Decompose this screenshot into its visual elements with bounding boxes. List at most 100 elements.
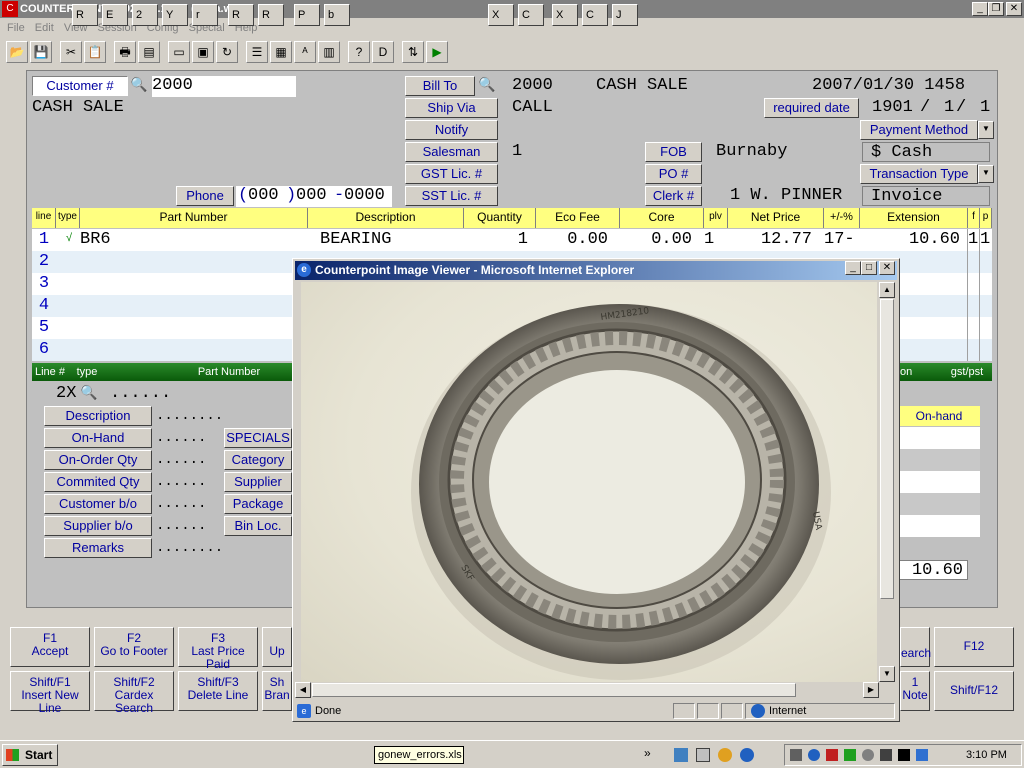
antivirus-tray-icon[interactable]	[826, 749, 838, 761]
menu-file[interactable]: File	[7, 22, 25, 34]
customer-number-button[interactable]: Customer #	[32, 76, 128, 96]
bin-location-button[interactable]: Bin Loc.	[224, 516, 292, 536]
customer-search-icon[interactable]: 🔍	[130, 76, 148, 96]
taskbar-item[interactable]: Y	[162, 4, 188, 26]
taskbar-item[interactable]: 2	[132, 4, 158, 26]
transaction-type-value[interactable]: Invoice	[862, 186, 990, 206]
paste-icon[interactable]: 📋	[84, 41, 106, 63]
cut-icon[interactable]: ✂	[60, 41, 82, 63]
taskbar-item[interactable]: R	[258, 4, 284, 26]
transaction-type-button[interactable]: Transaction Type	[860, 164, 978, 184]
notify-button[interactable]: Notify	[405, 120, 498, 140]
taskbar-item[interactable]: X	[488, 4, 514, 26]
dos-icon[interactable]: D	[372, 41, 394, 63]
required-date-day[interactable]: 1	[980, 98, 990, 118]
clerk-number-button[interactable]: Clerk #	[645, 186, 702, 206]
shift-f2-cardex-button[interactable]: Shift/F2 Cardex Search	[94, 671, 174, 715]
vertical-scroll-thumb[interactable]	[880, 299, 894, 599]
shift-f12-button[interactable]: Shift/F12	[934, 671, 1014, 711]
network-icon[interactable]: ⇅	[402, 41, 424, 63]
f12-button[interactable]: F12	[934, 627, 1014, 667]
taskbar-item[interactable]: b	[324, 4, 350, 26]
detail-line-value[interactable]: 2X	[56, 384, 76, 404]
package-button[interactable]: Package	[224, 494, 292, 514]
note-button[interactable]: 1 Note	[900, 671, 930, 711]
scroll-right-icon[interactable]: ▶	[863, 682, 879, 698]
tray-icon[interactable]	[844, 749, 856, 761]
row-1-plv[interactable]: 1	[704, 230, 714, 250]
menu-edit[interactable]: Edit	[35, 22, 54, 34]
bill-to-search-icon[interactable]: 🔍	[478, 76, 498, 96]
shift-f4-button[interactable]: Sh Bran	[262, 671, 292, 711]
speaker-icon[interactable]	[790, 749, 802, 761]
taskbar-item[interactable]: r	[192, 4, 218, 26]
taskbar-item[interactable]: P	[294, 4, 320, 26]
supplier-button[interactable]: Supplier	[224, 472, 292, 492]
phone-line[interactable]: 0000	[344, 186, 385, 206]
f4-up-button[interactable]: Up	[262, 627, 292, 667]
row-1-part-number[interactable]: BR6	[80, 230, 111, 250]
on-order-qty-button[interactable]: On-Order Qty	[44, 450, 152, 470]
minimize-button[interactable]: _	[972, 2, 988, 16]
supplier-bo-button[interactable]: Supplier b/o	[44, 516, 152, 536]
phone-area-code[interactable]: 000	[248, 186, 279, 206]
f2-footer-button[interactable]: F2 Go to Footer	[94, 627, 174, 667]
customer-bo-button[interactable]: Customer b/o	[44, 494, 152, 514]
part-search-icon[interactable]: 🔍	[80, 384, 97, 401]
required-date-month[interactable]: 1	[944, 98, 954, 118]
restore-button[interactable]: ❐	[988, 2, 1004, 16]
required-date-year[interactable]: 1901	[872, 98, 913, 118]
fob-button[interactable]: FOB	[645, 142, 702, 162]
print-icon[interactable]: 🖶	[114, 41, 136, 63]
salesman-button[interactable]: Salesman	[405, 142, 498, 162]
taskbar-item[interactable]: J	[612, 4, 638, 26]
horizontal-scroll-thumb[interactable]	[312, 683, 796, 697]
scroll-down-icon[interactable]: ▼	[879, 666, 895, 682]
payment-method-dropdown-icon[interactable]: ▼	[978, 121, 994, 139]
taskbar-item[interactable]: C	[582, 4, 608, 26]
payment-method-button[interactable]: Payment Method	[860, 120, 978, 140]
po-number-button[interactable]: PO #	[645, 164, 702, 184]
row-1-markup[interactable]: 17-	[824, 230, 855, 250]
clock[interactable]: 3:10 PM	[966, 746, 1007, 764]
open-icon[interactable]: 📂	[6, 41, 28, 63]
specials-button[interactable]: SPECIALS	[224, 428, 292, 448]
form-icon[interactable]: ▭	[168, 41, 190, 63]
row-1-eco-fee[interactable]: 0.00	[536, 230, 608, 250]
description-button[interactable]: Description	[44, 406, 152, 426]
shift-f1-insert-button[interactable]: Shift/F1 Insert New Line	[10, 671, 90, 715]
viewer-minimize-button[interactable]: _	[845, 261, 861, 275]
taskbar-item[interactable]: X	[552, 4, 578, 26]
transaction-type-dropdown-icon[interactable]: ▼	[978, 165, 994, 183]
tray-icon[interactable]	[862, 749, 874, 761]
run-icon[interactable]: ▶	[426, 41, 448, 63]
quick-launch-icon[interactable]	[696, 748, 710, 762]
quick-launch-icon[interactable]	[674, 748, 688, 762]
taskbar-item[interactable]: R	[228, 4, 254, 26]
viewer-close-button[interactable]: ✕	[879, 261, 895, 275]
tray-icon[interactable]	[916, 749, 928, 761]
f3-last-price-button[interactable]: F3 Last Price Paid	[178, 627, 258, 671]
quick-launch-icon[interactable]	[718, 748, 732, 762]
print-preview-icon[interactable]: ▤	[138, 41, 160, 63]
report-icon[interactable]: ▦	[270, 41, 292, 63]
tray-icon[interactable]	[898, 749, 910, 761]
invoice-icon[interactable]: ▣	[192, 41, 214, 63]
calculator-icon[interactable]: ▥	[318, 41, 340, 63]
list-icon[interactable]: ☰	[246, 41, 268, 63]
taskbar-item[interactable]: E	[102, 4, 128, 26]
gst-license-button[interactable]: GST Lic. #	[405, 164, 498, 184]
app-icon[interactable]: C	[2, 1, 18, 17]
taskbar-item[interactable]: R	[72, 4, 98, 26]
taskbar-overflow-icon[interactable]: »	[644, 746, 651, 760]
taskbar-item[interactable]: C	[518, 4, 544, 26]
refresh-icon[interactable]: ↻	[216, 41, 238, 63]
bill-to-button[interactable]: Bill To	[405, 76, 475, 96]
row-1-description[interactable]: BEARING	[320, 230, 391, 250]
save-icon[interactable]: 💾	[30, 41, 52, 63]
search-button[interactable]: earch	[900, 627, 931, 667]
remarks-button[interactable]: Remarks	[44, 538, 152, 558]
f1-accept-button[interactable]: F1 Accept	[10, 627, 90, 667]
row-1-quantity[interactable]: 1	[464, 230, 528, 250]
sst-license-button[interactable]: SST Lic. #	[405, 186, 498, 206]
